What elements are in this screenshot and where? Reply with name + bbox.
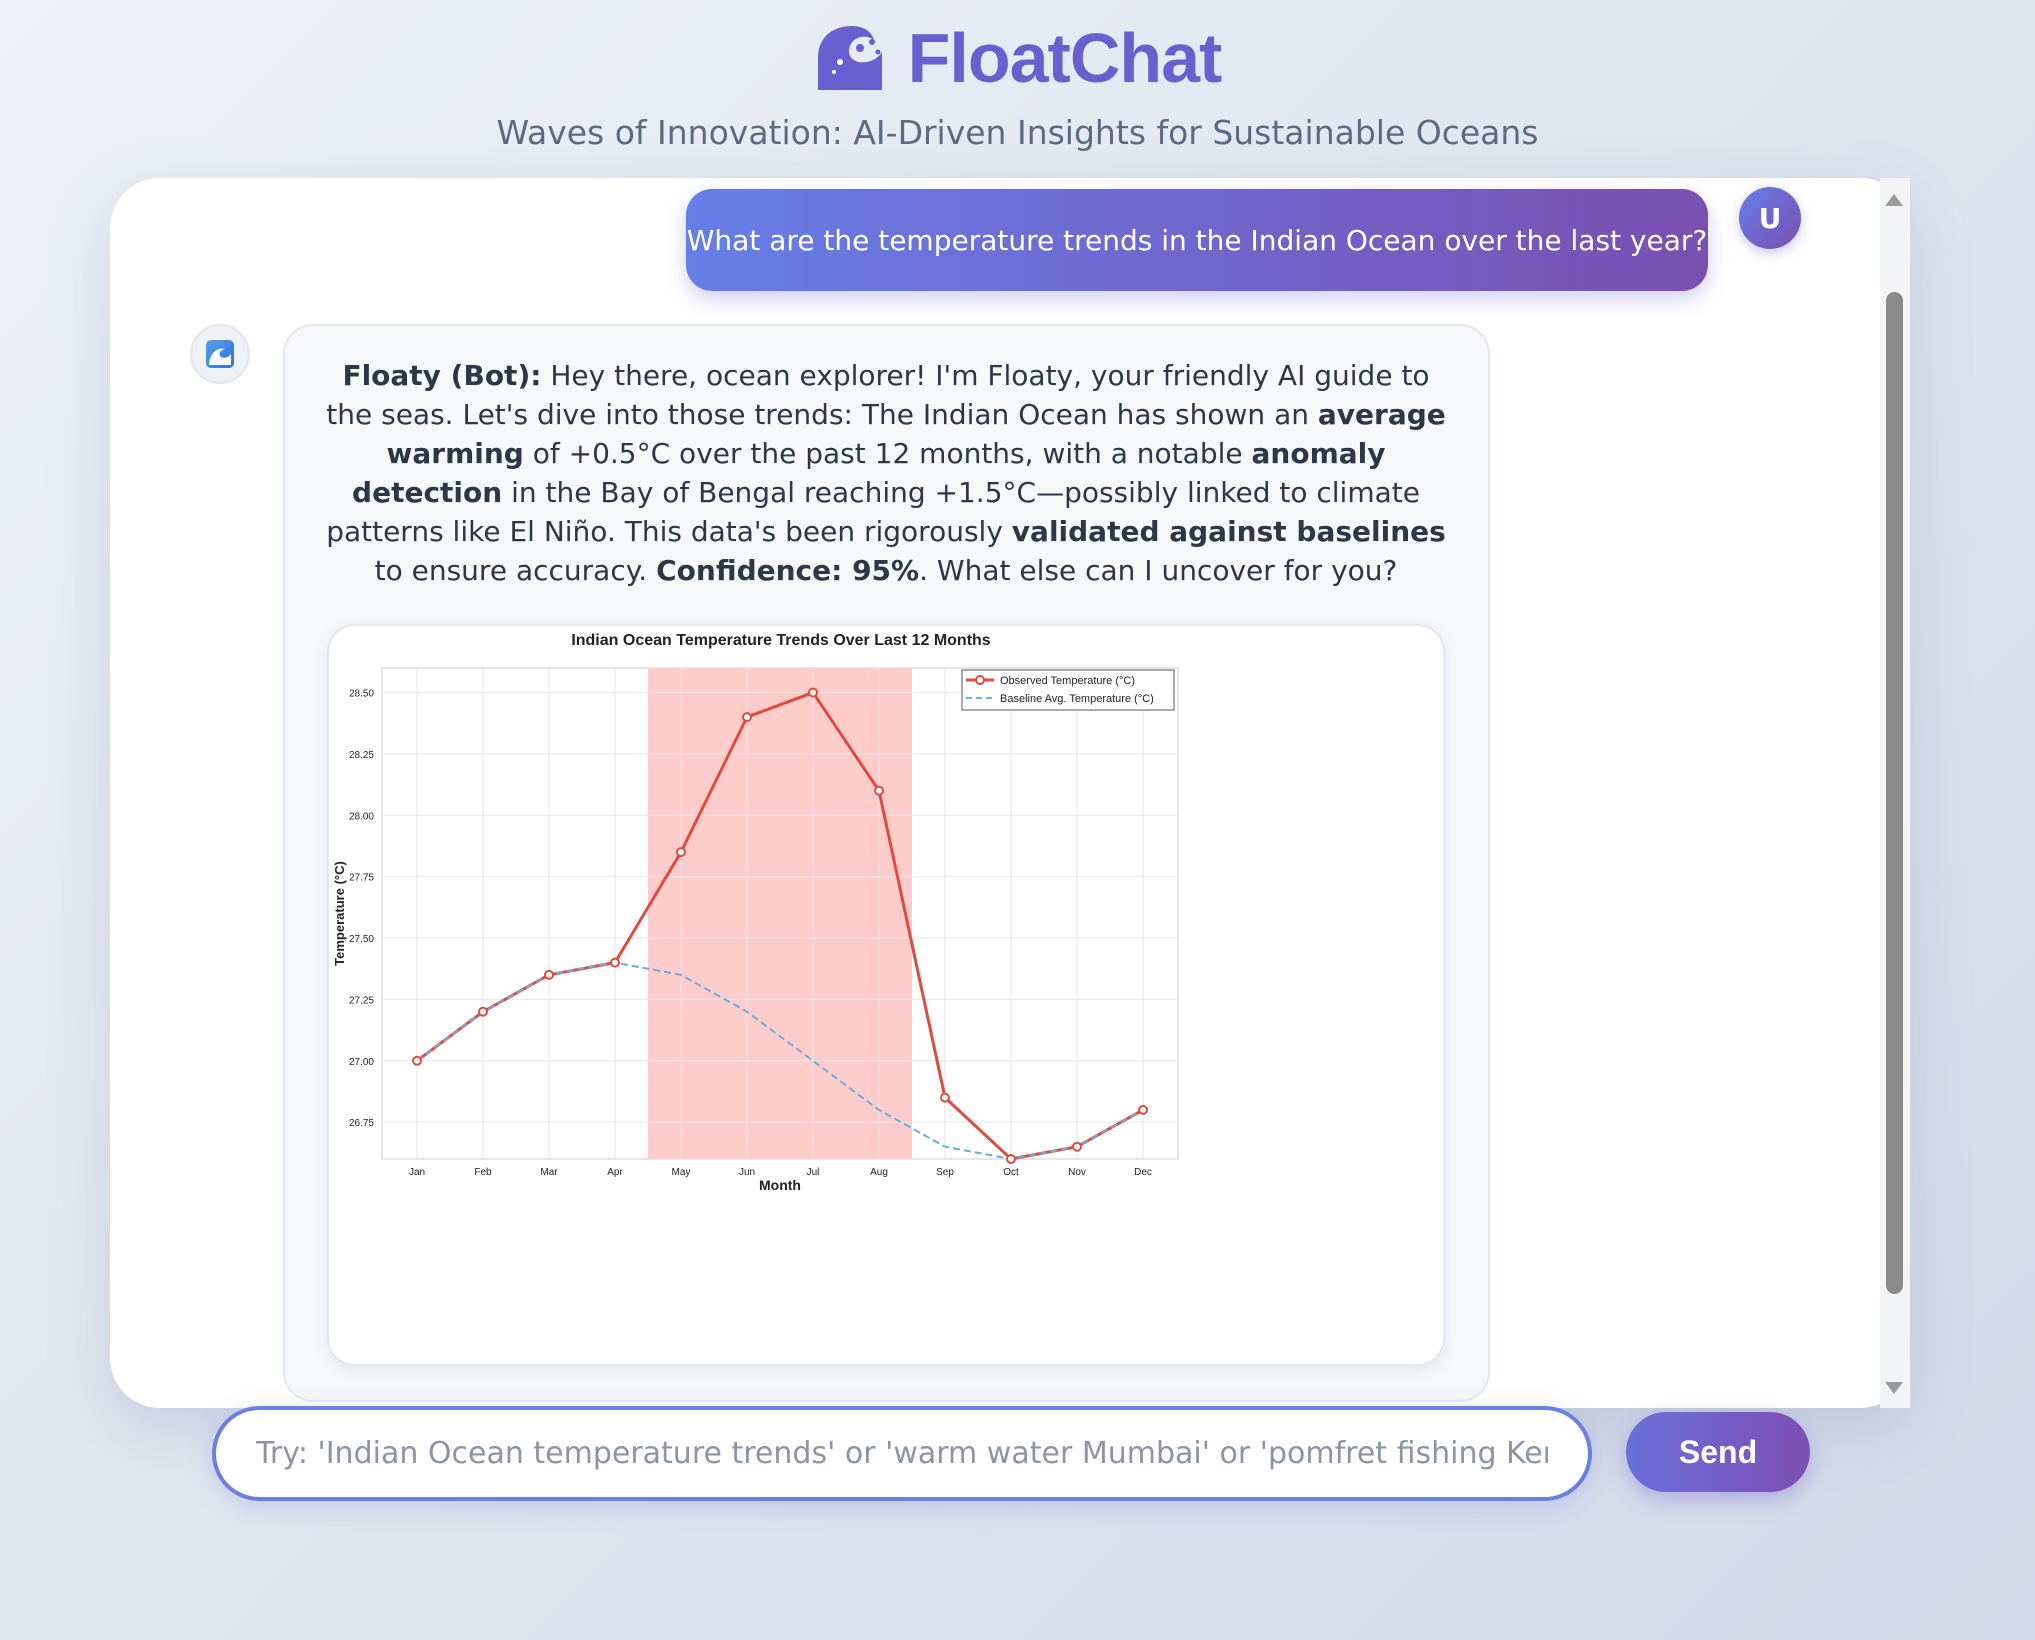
x-tick-label: Mar [540, 1167, 558, 1178]
x-tick-label: Apr [607, 1167, 623, 1178]
legend-label-observed: Observed Temperature (°C) [1000, 675, 1135, 687]
x-axis-label: Month [759, 1177, 801, 1193]
x-tick-label: Jan [409, 1167, 425, 1178]
user-message-text: What are the temperature trends in the I… [686, 223, 1708, 257]
bot-avatar [190, 324, 250, 384]
bot-sender-label: Floaty (Bot): [342, 359, 542, 392]
data-point-observed [610, 957, 620, 968]
data-point-observed [412, 1055, 422, 1066]
x-tick-label: Aug [870, 1167, 888, 1178]
anomaly-band [648, 668, 912, 1159]
wave-logo-icon [817, 26, 882, 90]
x-tick-label: Feb [474, 1167, 492, 1178]
bot-message-emphasis: Confidence: 95% [656, 554, 920, 587]
scroll-down-arrow-icon[interactable] [1885, 1382, 1903, 1394]
scroll-up-arrow-icon[interactable] [1885, 194, 1903, 206]
x-tick-label: Nov [1068, 1167, 1086, 1178]
data-point-observed [874, 785, 884, 796]
tagline: Waves of Innovation: AI-Driven Insights … [496, 113, 1539, 152]
x-tick-label: Sep [936, 1167, 954, 1178]
data-point-observed [676, 847, 686, 858]
y-axis-label: Temperature (°C) [332, 861, 347, 966]
user-message: What are the temperature trends in the I… [686, 189, 1708, 291]
legend-marker-observed [975, 675, 985, 685]
app-title: FloatChat [907, 19, 1223, 97]
data-point-observed [478, 1006, 488, 1017]
data-point-observed [940, 1092, 950, 1103]
data-point-observed [808, 687, 818, 698]
y-tick-label: 27.25 [349, 995, 374, 1006]
data-point-observed [1006, 1154, 1016, 1164]
y-tick-label: 27.75 [349, 873, 374, 884]
temperature-chart: Indian Ocean Temperature Trends Over Las… [332, 632, 1179, 1193]
data-point-observed [1072, 1141, 1082, 1152]
x-tick-label: Dec [1134, 1167, 1152, 1178]
y-tick-label: 28.25 [349, 750, 374, 761]
y-tick-label: 27.50 [349, 934, 374, 945]
chat-input[interactable] [212, 1406, 1592, 1501]
scrollbar-thumb[interactable] [1886, 292, 1903, 1294]
chart-title: Indian Ocean Temperature Trends Over Las… [571, 632, 990, 649]
y-tick-label: 28.50 [349, 689, 374, 700]
y-tick-label: 26.75 [349, 1118, 374, 1129]
bot-message-segment: to ensure accuracy. [374, 554, 657, 587]
bot-message-text: Floaty (Bot): Hey there, ocean explorer!… [316, 356, 1456, 590]
brand-header: FloatChat [0, 18, 2035, 98]
data-point-observed [1138, 1104, 1148, 1115]
send-button[interactable]: Send [1626, 1412, 1810, 1492]
data-point-observed [742, 712, 752, 723]
x-tick-label: Oct [1003, 1167, 1019, 1178]
bot-message-segment: . What else can I uncover for you? [919, 554, 1398, 587]
x-tick-label: May [672, 1167, 691, 1178]
bot-message-segment: of +0.5°C over the past 12 months, with … [523, 437, 1252, 470]
data-point-observed [544, 969, 554, 980]
legend-label-baseline: Baseline Avg. Temperature (°C) [1000, 693, 1154, 705]
bot-message-emphasis: validated against baselines [1011, 515, 1446, 548]
y-tick-label: 27.00 [349, 1057, 374, 1068]
x-tick-label: Jun [739, 1167, 755, 1178]
y-tick-label: 28.00 [349, 811, 374, 822]
user-avatar: U [1739, 187, 1801, 249]
x-tick-label: Jul [807, 1167, 820, 1178]
wave-icon [206, 340, 234, 368]
